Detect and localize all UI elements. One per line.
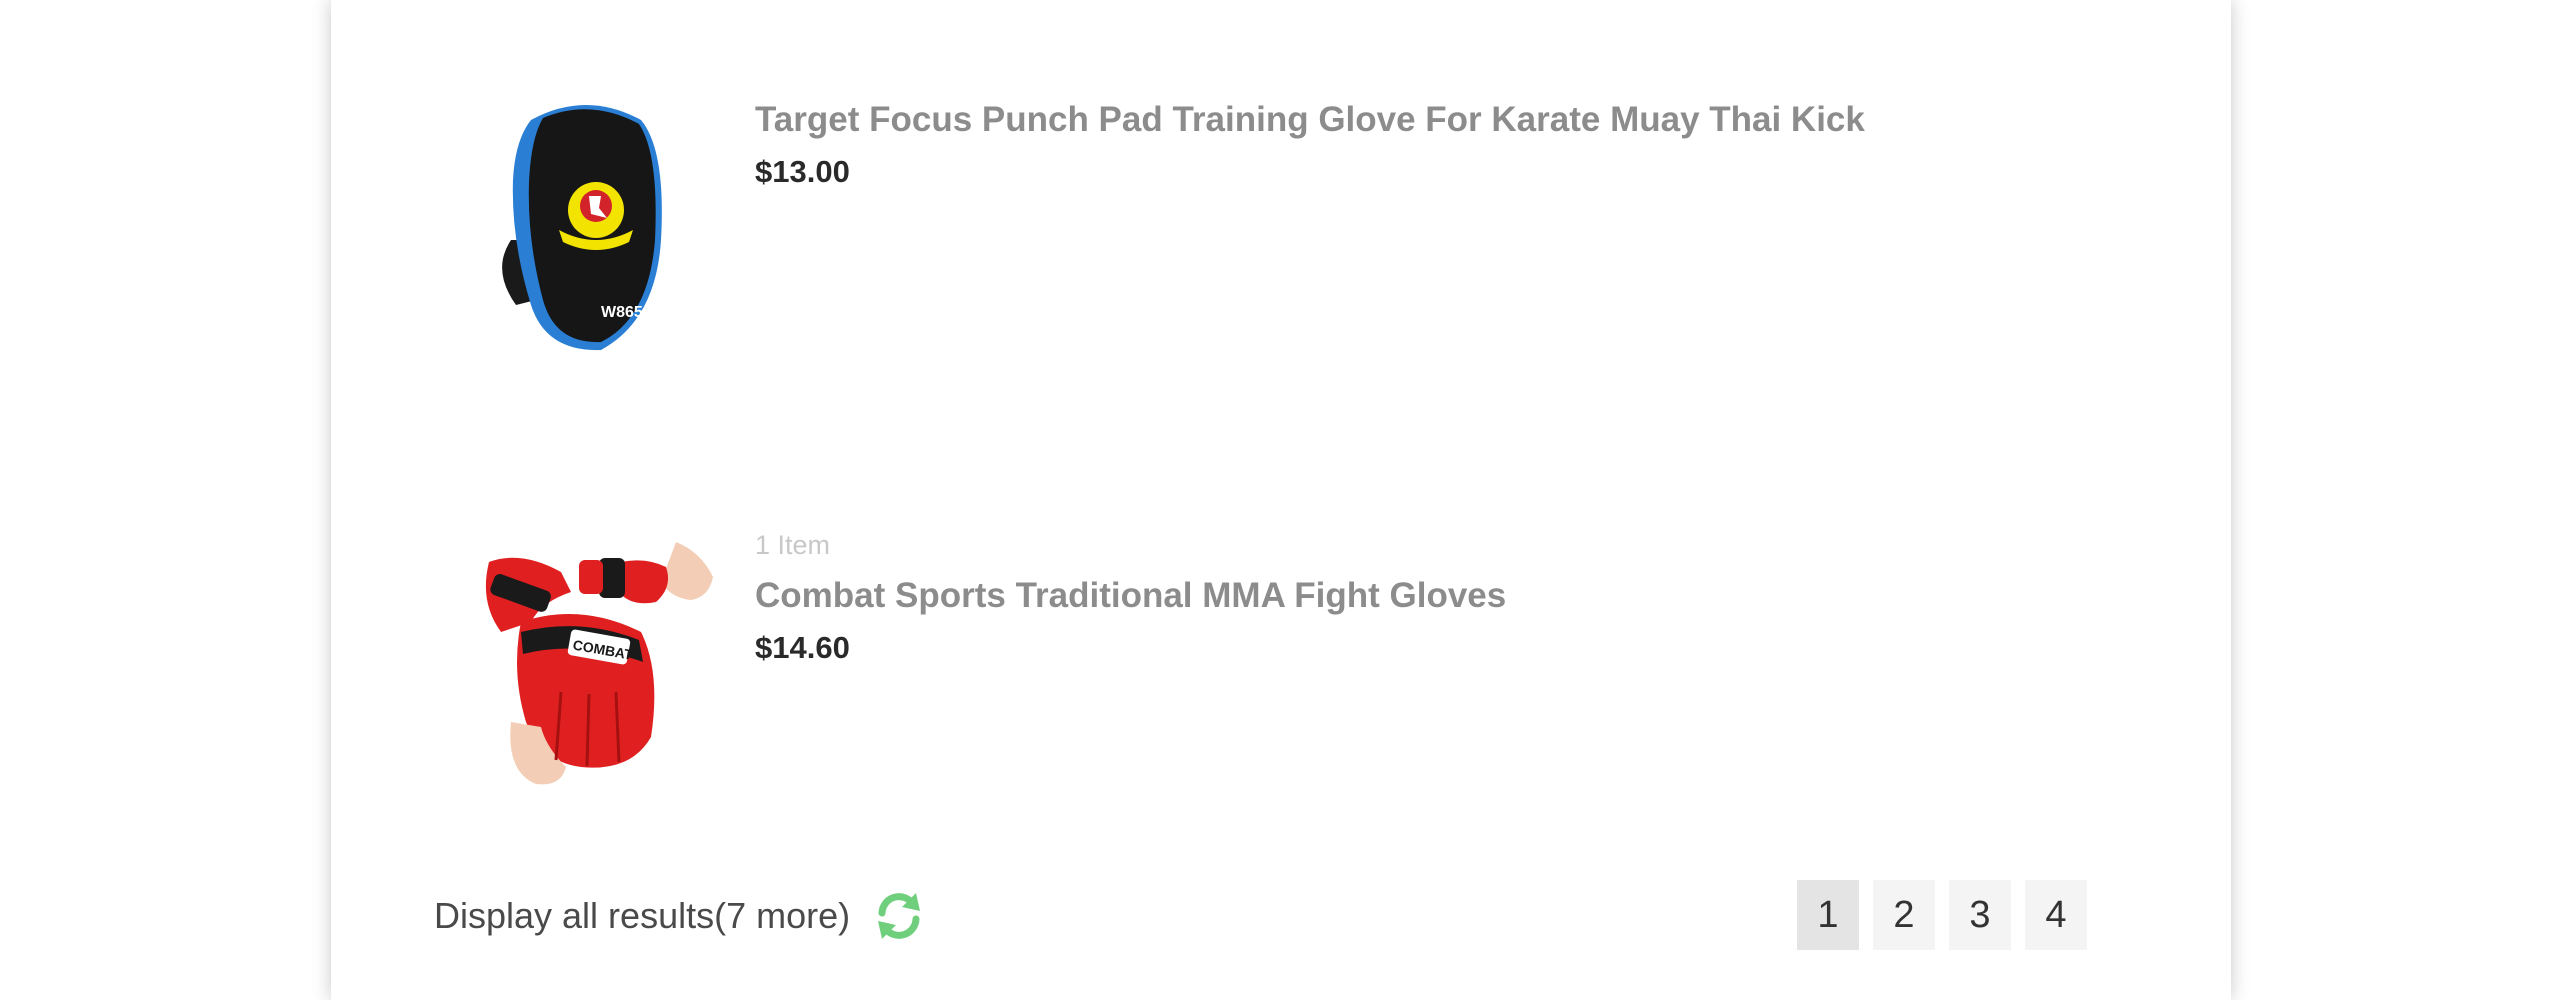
product-price: $14.60 xyxy=(755,630,850,665)
product-info: 1 Item Combat Sports Traditional MMA Fig… xyxy=(755,530,1506,666)
pagination: 1 2 3 4 xyxy=(1797,880,2101,950)
search-results-panel: W8651 Target Focus Punch Pad Training Gl… xyxy=(331,0,2231,1000)
refresh-icon[interactable] xyxy=(872,889,926,943)
page-button-4[interactable]: 4 xyxy=(2025,880,2087,950)
product-price: $13.00 xyxy=(755,154,850,189)
page-button-1[interactable]: 1 xyxy=(1797,880,1859,950)
results-footer: Display all results(7 more) 1 2 3 4 xyxy=(331,880,2231,952)
product-title[interactable]: Combat Sports Traditional MMA Fight Glov… xyxy=(755,576,1506,616)
page-button-3[interactable]: 3 xyxy=(1949,880,2011,950)
display-all-label: Display all results(7 more) xyxy=(434,895,851,936)
product-image-mma-gloves[interactable]: COMBAT xyxy=(451,522,721,792)
pad-logo-text: W8651 xyxy=(601,304,652,321)
product-image-focus-pad[interactable]: W8651 xyxy=(451,90,721,360)
product-info: Target Focus Punch Pad Training Glove Fo… xyxy=(755,100,1865,190)
product-item-count: 1 Item xyxy=(755,530,831,560)
product-title[interactable]: Target Focus Punch Pad Training Glove Fo… xyxy=(755,100,1865,140)
display-all-results-link[interactable]: Display all results(7 more) xyxy=(434,884,926,948)
page-button-2[interactable]: 2 xyxy=(1873,880,1935,950)
